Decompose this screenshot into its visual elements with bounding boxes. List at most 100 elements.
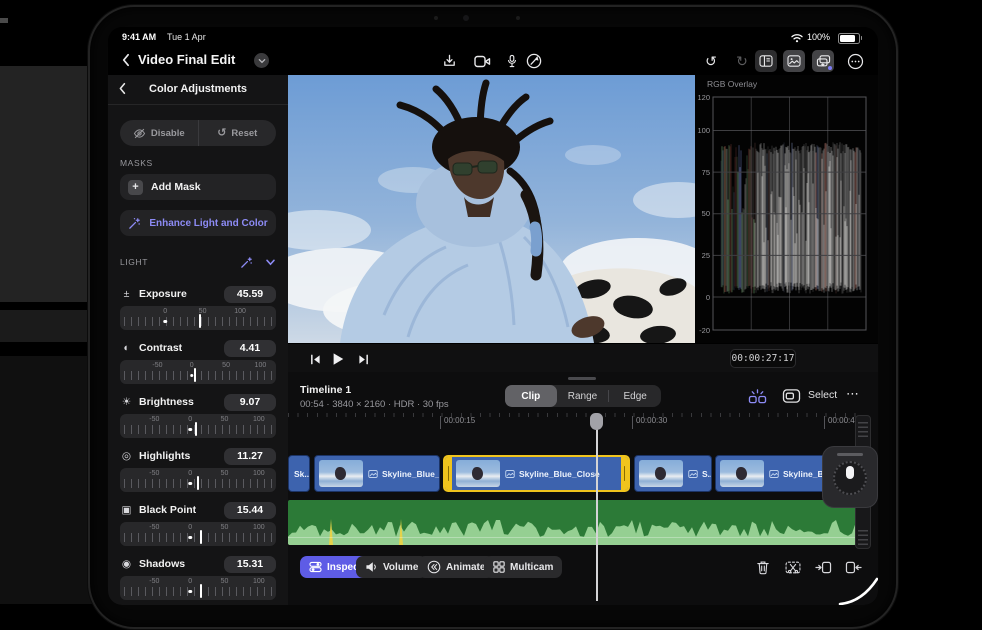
shadows-icon: ◉	[121, 558, 132, 570]
camera-icon[interactable]	[471, 51, 493, 71]
mode-clip[interactable]: Clip	[505, 385, 557, 407]
next-frame-icon[interactable]	[354, 350, 372, 368]
ruler-label: 0	[188, 469, 193, 477]
slider-value[interactable]: 45.59	[224, 285, 276, 303]
insert-clip-icon[interactable]	[814, 558, 832, 576]
exposure-icon: ±	[123, 288, 130, 300]
timeline-ruler[interactable]: 00:00:15 00:00:30 00:00:45	[288, 413, 860, 431]
slider-value[interactable]: 15.44	[224, 501, 276, 519]
slider-ruler[interactable]: -50 0 50 100	[120, 414, 276, 438]
panel-header: Color Adjustments	[108, 75, 288, 105]
eye-off-icon	[133, 128, 145, 138]
collapse-chevron-icon[interactable]	[265, 259, 276, 266]
pencil-tool-icon[interactable]	[523, 51, 545, 71]
reset-label: Reset	[231, 127, 258, 139]
volume-button[interactable]: Volume	[356, 556, 428, 578]
playhead-handle[interactable]	[590, 413, 603, 430]
slider-ruler[interactable]: -50 0 50 100	[120, 576, 276, 600]
slider-ruler[interactable]: -50 0 50 100	[120, 360, 276, 384]
slider-value[interactable]: 4.41	[224, 339, 276, 357]
timeline-clip[interactable]: S...	[634, 455, 712, 492]
play-icon[interactable]	[329, 350, 347, 368]
project-title[interactable]: Video Final Edit	[138, 52, 235, 67]
timeline-clip-selected[interactable]: Skyline_Blue_Close	[443, 455, 630, 492]
slider-black-point: ▣ Black Point 15.44 -50 0 50 100	[120, 500, 276, 546]
ruler-label: 0	[188, 415, 193, 423]
ruler-cursor[interactable]	[200, 530, 203, 544]
reset-button[interactable]: ↺ Reset	[197, 120, 277, 146]
slider-value[interactable]: 11.27	[224, 447, 276, 465]
title-dropdown-icon[interactable]	[254, 53, 269, 68]
ruler-cursor[interactable]	[200, 584, 203, 598]
grid-icon	[493, 561, 505, 573]
ruler-cursor[interactable]	[197, 476, 199, 490]
timeline-clip[interactable]: Skyline_Blue_Wide	[314, 455, 440, 492]
clip-thumbnail	[456, 460, 500, 487]
contrast-icon: ◐	[123, 342, 130, 354]
import-icon[interactable]	[438, 51, 460, 71]
multicam-button[interactable]: Multicam	[484, 556, 563, 578]
playhead-line[interactable]	[596, 428, 598, 601]
slider-ruler[interactable]: -50 0 50 100	[120, 522, 276, 546]
slider-ruler[interactable]: -50 0 50 100	[120, 468, 276, 492]
ruler-label: 100	[234, 307, 246, 315]
ipad-device-frame: 9:41 AM Tue 1 Apr 100% Video Final Edit	[88, 5, 898, 629]
timeline-clip[interactable]: Sk...	[288, 455, 310, 492]
slider-name: Highlights	[139, 450, 191, 462]
light-section-header[interactable]: LIGHT	[120, 254, 276, 270]
notification-dot	[828, 66, 832, 70]
ruler-label: 100	[254, 361, 267, 369]
delete-clip-icon[interactable]	[754, 558, 772, 576]
mode-range[interactable]: Range	[557, 385, 609, 407]
panel-title: Color Adjustments	[149, 83, 247, 95]
jog-wheel[interactable]	[822, 446, 878, 508]
rgb-overlay-scope: RGB Overlay 120 100 75 50 25 0 -20	[695, 75, 878, 343]
status-date: Tue 1 Apr	[167, 32, 206, 42]
photo-icon	[368, 469, 378, 478]
background-window-fragment	[0, 66, 95, 302]
microphone-icon[interactable]	[501, 51, 523, 71]
ruler-cursor[interactable]	[198, 314, 201, 328]
ruler-cursor[interactable]	[195, 422, 198, 436]
animate-button[interactable]: Animate	[418, 556, 495, 578]
disable-button[interactable]: Disable	[120, 120, 198, 146]
ruler-ticks	[124, 533, 272, 542]
auto-enhance-icon[interactable]	[240, 256, 253, 269]
connected-clips-icon[interactable]	[746, 385, 768, 407]
jog-drag-bar[interactable]	[837, 453, 863, 456]
slider-value[interactable]: 15.31	[224, 555, 276, 573]
slider-value[interactable]: 9.07	[224, 393, 276, 411]
add-mask-button[interactable]: + Add Mask	[120, 174, 276, 200]
enhance-button[interactable]: Enhance Light and Color	[120, 210, 276, 236]
audio-clip[interactable]	[288, 500, 856, 545]
jog-dial[interactable]	[833, 461, 867, 495]
front-camera-dot	[434, 16, 438, 20]
browser-panel-icon[interactable]	[755, 50, 777, 72]
ruler-timestamp: 00:00:30	[632, 416, 667, 429]
timeline-more-icon[interactable]: ⋯	[846, 386, 859, 402]
undo-icon[interactable]: ↺	[700, 51, 722, 71]
mode-edge[interactable]: Edge	[609, 385, 661, 407]
clip-browser-icon[interactable]	[780, 385, 802, 407]
ruler-label: 50	[220, 469, 229, 477]
timeline-drag-handle[interactable]	[568, 377, 596, 380]
disable-reset-control: Disable ↺ Reset	[120, 120, 276, 146]
more-options-icon[interactable]	[844, 51, 866, 71]
trim-handle-right[interactable]	[621, 457, 628, 490]
screen-glare-arc	[838, 577, 878, 605]
slider-ruler[interactable]: 0 50 100	[120, 306, 276, 330]
background-window-fragment	[0, 18, 8, 23]
ruler-label: 100	[252, 469, 265, 477]
media-library-icon[interactable]	[812, 50, 834, 72]
viewer-panel-icon[interactable]	[783, 50, 805, 72]
ruler-label: 50	[222, 361, 230, 369]
slider-highlights: ◎ Highlights 11.27 -50 0 50 100	[120, 446, 276, 492]
redo-icon: ↻	[736, 53, 748, 69]
video-preview[interactable]	[288, 75, 695, 343]
previous-frame-icon[interactable]	[306, 350, 324, 368]
ruler-cursor[interactable]	[193, 368, 196, 382]
trim-handle-left[interactable]	[445, 457, 452, 490]
back-chevron-icon[interactable]	[121, 53, 130, 67]
select-button[interactable]: Select	[808, 389, 837, 401]
split-clip-icon[interactable]	[784, 558, 802, 576]
